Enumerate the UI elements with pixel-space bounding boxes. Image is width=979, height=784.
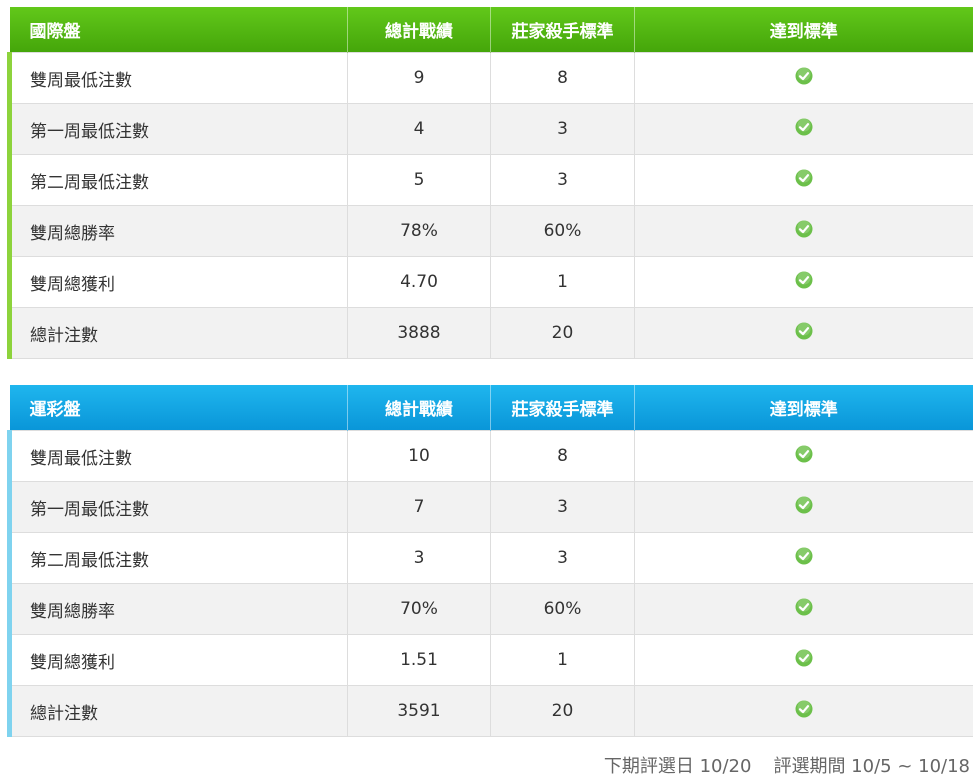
row-label: 雙周總獲利 (7, 256, 348, 308)
standard-value: 3 (490, 481, 635, 533)
table-header-row: 運彩盤 總計戰績 莊家殺手標準 達到標準 (9, 385, 973, 431)
standard-value: 1 (490, 256, 635, 308)
total-record-value: 70% (347, 583, 491, 635)
selection-period: 評選期間 10/5 ~ 10/18 (773, 756, 970, 777)
standard-value: 1 (490, 634, 635, 686)
total-record-value: 4 (347, 103, 491, 155)
met-status-cell (634, 481, 973, 533)
total-record-value: 1.51 (347, 634, 491, 686)
total-record-value: 3888 (347, 307, 491, 359)
row-label: 雙周總勝率 (7, 583, 348, 635)
check-circle-icon (795, 67, 813, 84)
sports-lottery-table-panel: 運彩盤 總計戰績 莊家殺手標準 達到標準 雙周最低注數 10 8 第一周最低注數 7 3 第… (7, 385, 973, 737)
row-label: 總計注數 (7, 685, 348, 737)
table-row: 雙周最低注數 10 8 (7, 430, 973, 482)
total-record-value: 78% (347, 205, 491, 257)
standard-value: 8 (490, 52, 635, 104)
table-row: 第二周最低注數 5 3 (7, 154, 973, 206)
standard-value: 60% (490, 583, 635, 635)
sports-lottery-stats-table: 運彩盤 總計戰績 莊家殺手標準 達到標準 雙周最低注數 10 8 第一周最低注數 7 3 第… (7, 385, 973, 737)
header-met: 達到標準 (769, 22, 838, 42)
header-category: 運彩盤 (9, 385, 348, 431)
met-status-cell (634, 634, 973, 686)
table-header-row: 國際盤 總計戰績 莊家殺手標準 達到標準 (9, 7, 973, 53)
check-circle-icon (795, 700, 813, 717)
total-record-value: 3 (347, 532, 491, 584)
row-label: 第二周最低注數 (7, 532, 348, 584)
standard-value: 3 (490, 154, 635, 206)
check-circle-icon (795, 322, 813, 339)
met-status-cell (634, 256, 973, 308)
header-standard: 莊家殺手標準 (490, 7, 635, 53)
row-label: 雙周總勝率 (7, 205, 348, 257)
table-row: 雙周最低注數 9 8 (7, 52, 973, 104)
header-total-record: 總計戰績 (347, 7, 491, 53)
check-circle-icon (795, 547, 813, 564)
met-status-cell (634, 205, 973, 257)
met-status-cell (634, 103, 973, 155)
check-circle-icon (795, 649, 813, 666)
met-status-cell (634, 685, 973, 737)
check-circle-icon (795, 445, 813, 462)
row-label: 雙周最低注數 (7, 52, 348, 104)
table-row: 總計注數 3591 20 (7, 685, 973, 737)
total-record-value: 3591 (347, 685, 491, 737)
total-record-value: 5 (347, 154, 491, 206)
international-table-panel: 國際盤 總計戰績 莊家殺手標準 達到標準 雙周最低注數 9 8 第一周最低注數 4 3 第二… (7, 7, 973, 359)
met-status-cell (634, 430, 973, 482)
header-standard: 莊家殺手標準 (490, 385, 635, 431)
row-label: 第一周最低注數 (7, 481, 348, 533)
check-circle-icon (795, 271, 813, 288)
international-stats-table: 國際盤 總計戰績 莊家殺手標準 達到標準 雙周最低注數 9 8 第一周最低注數 4 3 第二… (7, 7, 973, 359)
row-label: 雙周總獲利 (7, 634, 348, 686)
met-status-cell (634, 583, 973, 635)
next-selection-date: 下期評選日 10/20 (603, 756, 752, 777)
selection-footer: 下期評選日 10/20 評選期間 10/5 ~ 10/18 (604, 752, 970, 778)
table-row: 第一周最低注數 4 3 (7, 103, 973, 155)
table-row: 雙周總獲利 1.51 1 (7, 634, 973, 686)
standard-value: 20 (490, 685, 635, 737)
table-row: 第一周最低注數 7 3 (7, 481, 973, 533)
met-status-cell (634, 154, 973, 206)
row-label: 第一周最低注數 (7, 103, 348, 155)
check-circle-icon (795, 220, 813, 237)
standard-value: 60% (490, 205, 635, 257)
table-row: 第二周最低注數 3 3 (7, 532, 973, 584)
table-row: 雙周總獲利 4.70 1 (7, 256, 973, 308)
header-met: 達到標準 (769, 400, 838, 420)
table-row: 總計注數 3888 20 (7, 307, 973, 359)
check-circle-icon (795, 118, 813, 135)
table-row: 雙周總勝率 78% 60% (7, 205, 973, 257)
standard-value: 20 (490, 307, 635, 359)
check-circle-icon (795, 496, 813, 513)
table-row: 雙周總勝率 70% 60% (7, 583, 973, 635)
met-status-cell (634, 532, 973, 584)
total-record-value: 9 (347, 52, 491, 104)
row-label: 雙周最低注數 (7, 430, 348, 482)
check-circle-icon (795, 598, 813, 615)
row-label: 第二周最低注數 (7, 154, 348, 206)
standard-value: 3 (490, 532, 635, 584)
met-status-cell (634, 52, 973, 104)
standard-value: 8 (490, 430, 635, 482)
check-circle-icon (795, 169, 813, 186)
total-record-value: 10 (347, 430, 491, 482)
header-total-record: 總計戰績 (347, 385, 491, 431)
row-label: 總計注數 (7, 307, 348, 359)
total-record-value: 7 (347, 481, 491, 533)
met-status-cell (634, 307, 973, 359)
standard-value: 3 (490, 103, 635, 155)
header-category: 國際盤 (9, 7, 348, 53)
total-record-value: 4.70 (347, 256, 491, 308)
